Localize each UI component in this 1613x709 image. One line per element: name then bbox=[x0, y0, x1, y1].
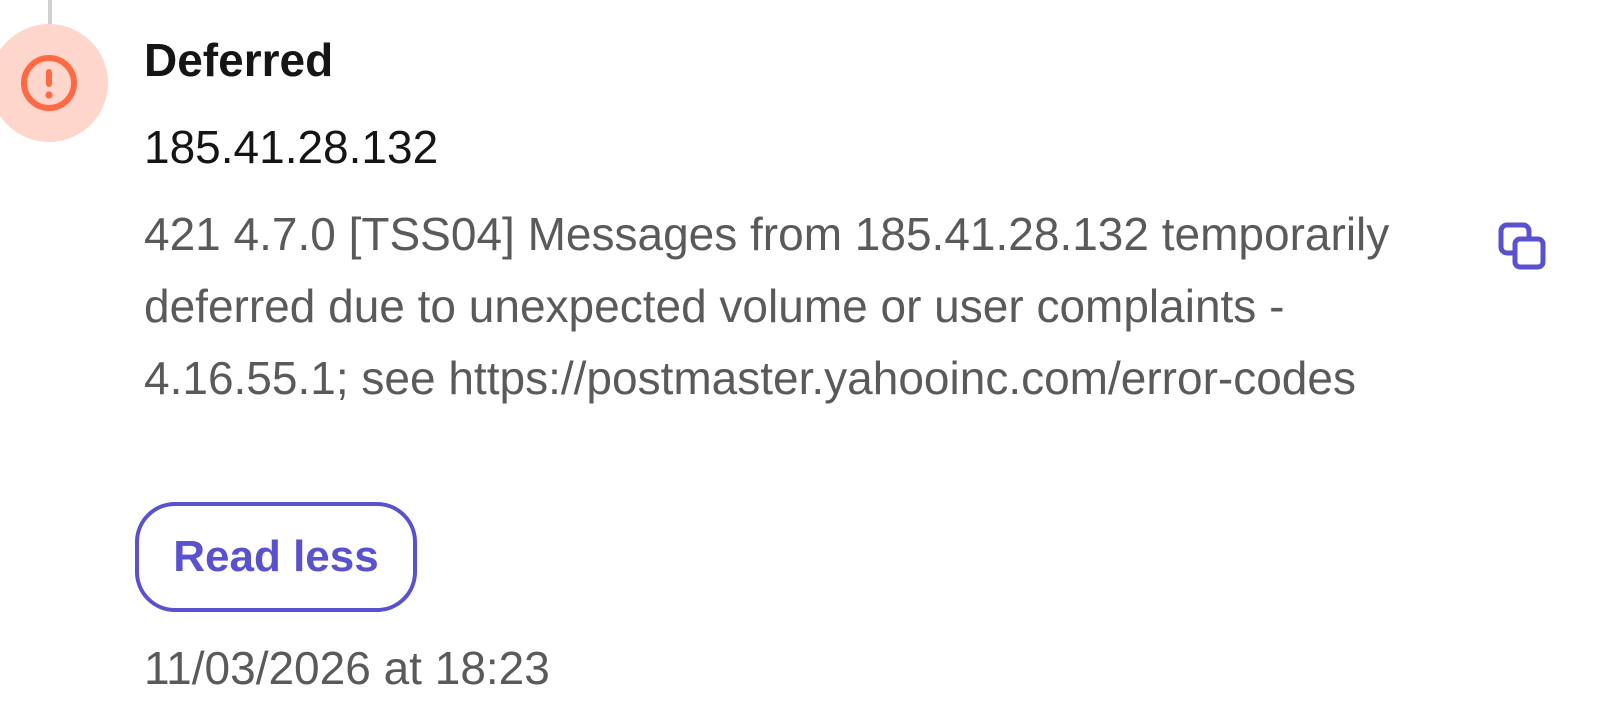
ip-address: 185.41.28.132 bbox=[144, 121, 439, 173]
event-status-title: Deferred bbox=[144, 34, 334, 86]
copy-icon bbox=[1498, 222, 1546, 270]
exclamation-circle-icon bbox=[21, 55, 77, 111]
timeline-connector bbox=[48, 0, 52, 26]
event-timestamp: 11/03/2026 at 18:23 bbox=[144, 642, 550, 694]
copy-message-button[interactable] bbox=[1496, 220, 1550, 274]
status-indicator bbox=[0, 24, 108, 142]
read-less-button[interactable]: Read less bbox=[135, 502, 417, 612]
event-message: 421 4.7.0 [TSS04] Messages from 185.41.2… bbox=[144, 208, 1390, 404]
